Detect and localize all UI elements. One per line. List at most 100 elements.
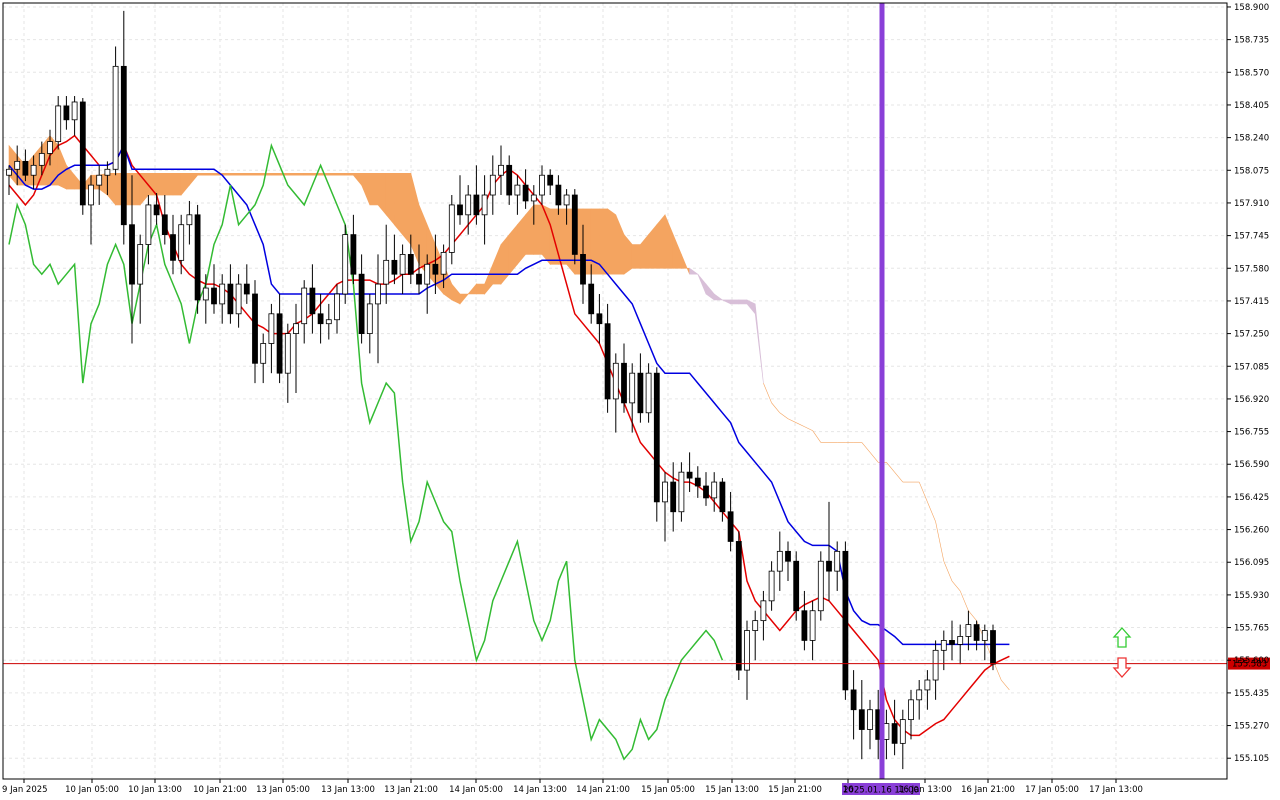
candle-body xyxy=(612,362,619,400)
cloud-segment xyxy=(197,172,207,176)
candle-body xyxy=(924,679,931,691)
candle-body xyxy=(145,204,152,245)
cloud-segment xyxy=(746,299,756,315)
cloud-segment xyxy=(640,233,649,269)
cloud-segment xyxy=(730,299,740,305)
candle-body xyxy=(965,624,972,637)
candle-body xyxy=(112,65,119,170)
candle-body xyxy=(309,287,316,315)
cloud-segment xyxy=(681,254,690,275)
candle-body xyxy=(580,254,586,285)
cloud-segment xyxy=(139,172,149,206)
x-tick-label: 10 Jan 05:00 xyxy=(65,785,119,795)
candle-body xyxy=(973,624,980,641)
candle-body xyxy=(826,560,832,572)
cloud-segment xyxy=(180,172,190,196)
cloud-segment xyxy=(344,172,354,176)
candle-body xyxy=(530,194,537,202)
tenkan-sen-line xyxy=(8,134,1010,737)
candle-body xyxy=(662,481,668,503)
y-tick-label: 156.920 xyxy=(1234,395,1269,405)
candle-body xyxy=(637,372,644,414)
cloud-segment xyxy=(402,172,412,246)
x-tick-label: 9 Jan 2025 xyxy=(2,785,48,795)
candle-body xyxy=(563,194,570,206)
ichimoku-cloud xyxy=(8,134,1010,691)
cloud-segment xyxy=(303,172,313,176)
candle-body xyxy=(432,263,439,275)
candle-body xyxy=(940,640,947,651)
cloud-segment xyxy=(1000,679,1010,691)
candle-body xyxy=(14,160,21,170)
candle-body xyxy=(383,259,390,285)
candle-body xyxy=(366,303,373,334)
cloud-segment xyxy=(336,172,346,176)
candle-body xyxy=(219,283,226,305)
y-tick-label: 158.570 xyxy=(1234,68,1269,78)
cloud-segment xyxy=(763,382,772,403)
candle-body xyxy=(30,164,37,176)
candle-body xyxy=(703,485,709,499)
candle-body xyxy=(375,283,381,305)
cloud-segment xyxy=(459,293,469,305)
candle-body xyxy=(809,610,816,641)
candle-body xyxy=(686,471,693,479)
y-tick-label: 158.240 xyxy=(1234,134,1269,144)
candle-body xyxy=(268,313,275,344)
cloud-segment xyxy=(328,172,338,176)
arrow-down-icon xyxy=(1112,657,1132,678)
candle-body xyxy=(621,362,627,404)
candle-body xyxy=(506,164,513,196)
candle-body xyxy=(481,194,488,216)
cloud-segment xyxy=(656,213,666,269)
x-tick-label: 10 Jan 21:00 xyxy=(193,785,247,795)
cloud-segment xyxy=(738,299,748,305)
candle-body xyxy=(96,174,103,186)
candle-body xyxy=(653,372,660,503)
candle-body xyxy=(949,640,955,645)
cloud-segment xyxy=(369,172,379,206)
cloud-segment xyxy=(631,244,641,269)
candle-body xyxy=(539,174,545,196)
cloud-segment xyxy=(959,590,969,611)
candle-body xyxy=(358,273,365,334)
candle-body xyxy=(629,372,636,404)
candle-body xyxy=(735,541,742,671)
y-tick-label: 155.765 xyxy=(1234,624,1269,634)
ichimoku-candlestick-chart[interactable]: 2025.01.16 11:00155.583 158.900158.73515… xyxy=(0,0,1280,800)
cloud-segment xyxy=(156,172,166,196)
candle-body xyxy=(301,287,308,325)
candle-body xyxy=(227,283,234,315)
candle-body xyxy=(407,254,414,275)
x-tick-label: 14 Jan 21:00 xyxy=(576,785,630,795)
candle-body xyxy=(120,65,127,226)
cloud-segment xyxy=(377,172,387,216)
indicator-lines xyxy=(8,134,1010,761)
candle-body xyxy=(981,630,988,641)
cloud-segment xyxy=(549,208,559,265)
candle-body xyxy=(202,287,209,301)
cloud-segment xyxy=(410,173,420,265)
candle-body xyxy=(990,630,996,665)
x-tick-label: 15 Jan 21:00 xyxy=(768,785,822,795)
cloud-segment xyxy=(205,172,215,176)
cloud-segment xyxy=(230,172,239,176)
candle-body xyxy=(867,709,873,730)
y-tick-label: 155.435 xyxy=(1234,689,1269,699)
candle-body xyxy=(817,560,824,612)
candle-body xyxy=(801,610,808,641)
y-tick-label: 157.415 xyxy=(1234,297,1269,307)
cloud-segment xyxy=(927,501,936,522)
candle-body xyxy=(211,287,217,305)
x-tick-label: 14 Jan 13:00 xyxy=(513,785,567,795)
cloud-segment xyxy=(648,223,658,269)
cloud-segment xyxy=(353,172,362,186)
kijun-sen-line xyxy=(8,143,1010,646)
candle-body xyxy=(465,194,472,216)
cloud-segment xyxy=(148,172,157,196)
cloud-segment xyxy=(812,430,822,443)
candle-body xyxy=(55,105,62,142)
cloud-segment xyxy=(599,208,608,275)
candle-body xyxy=(104,168,111,176)
candle-body xyxy=(88,184,94,206)
